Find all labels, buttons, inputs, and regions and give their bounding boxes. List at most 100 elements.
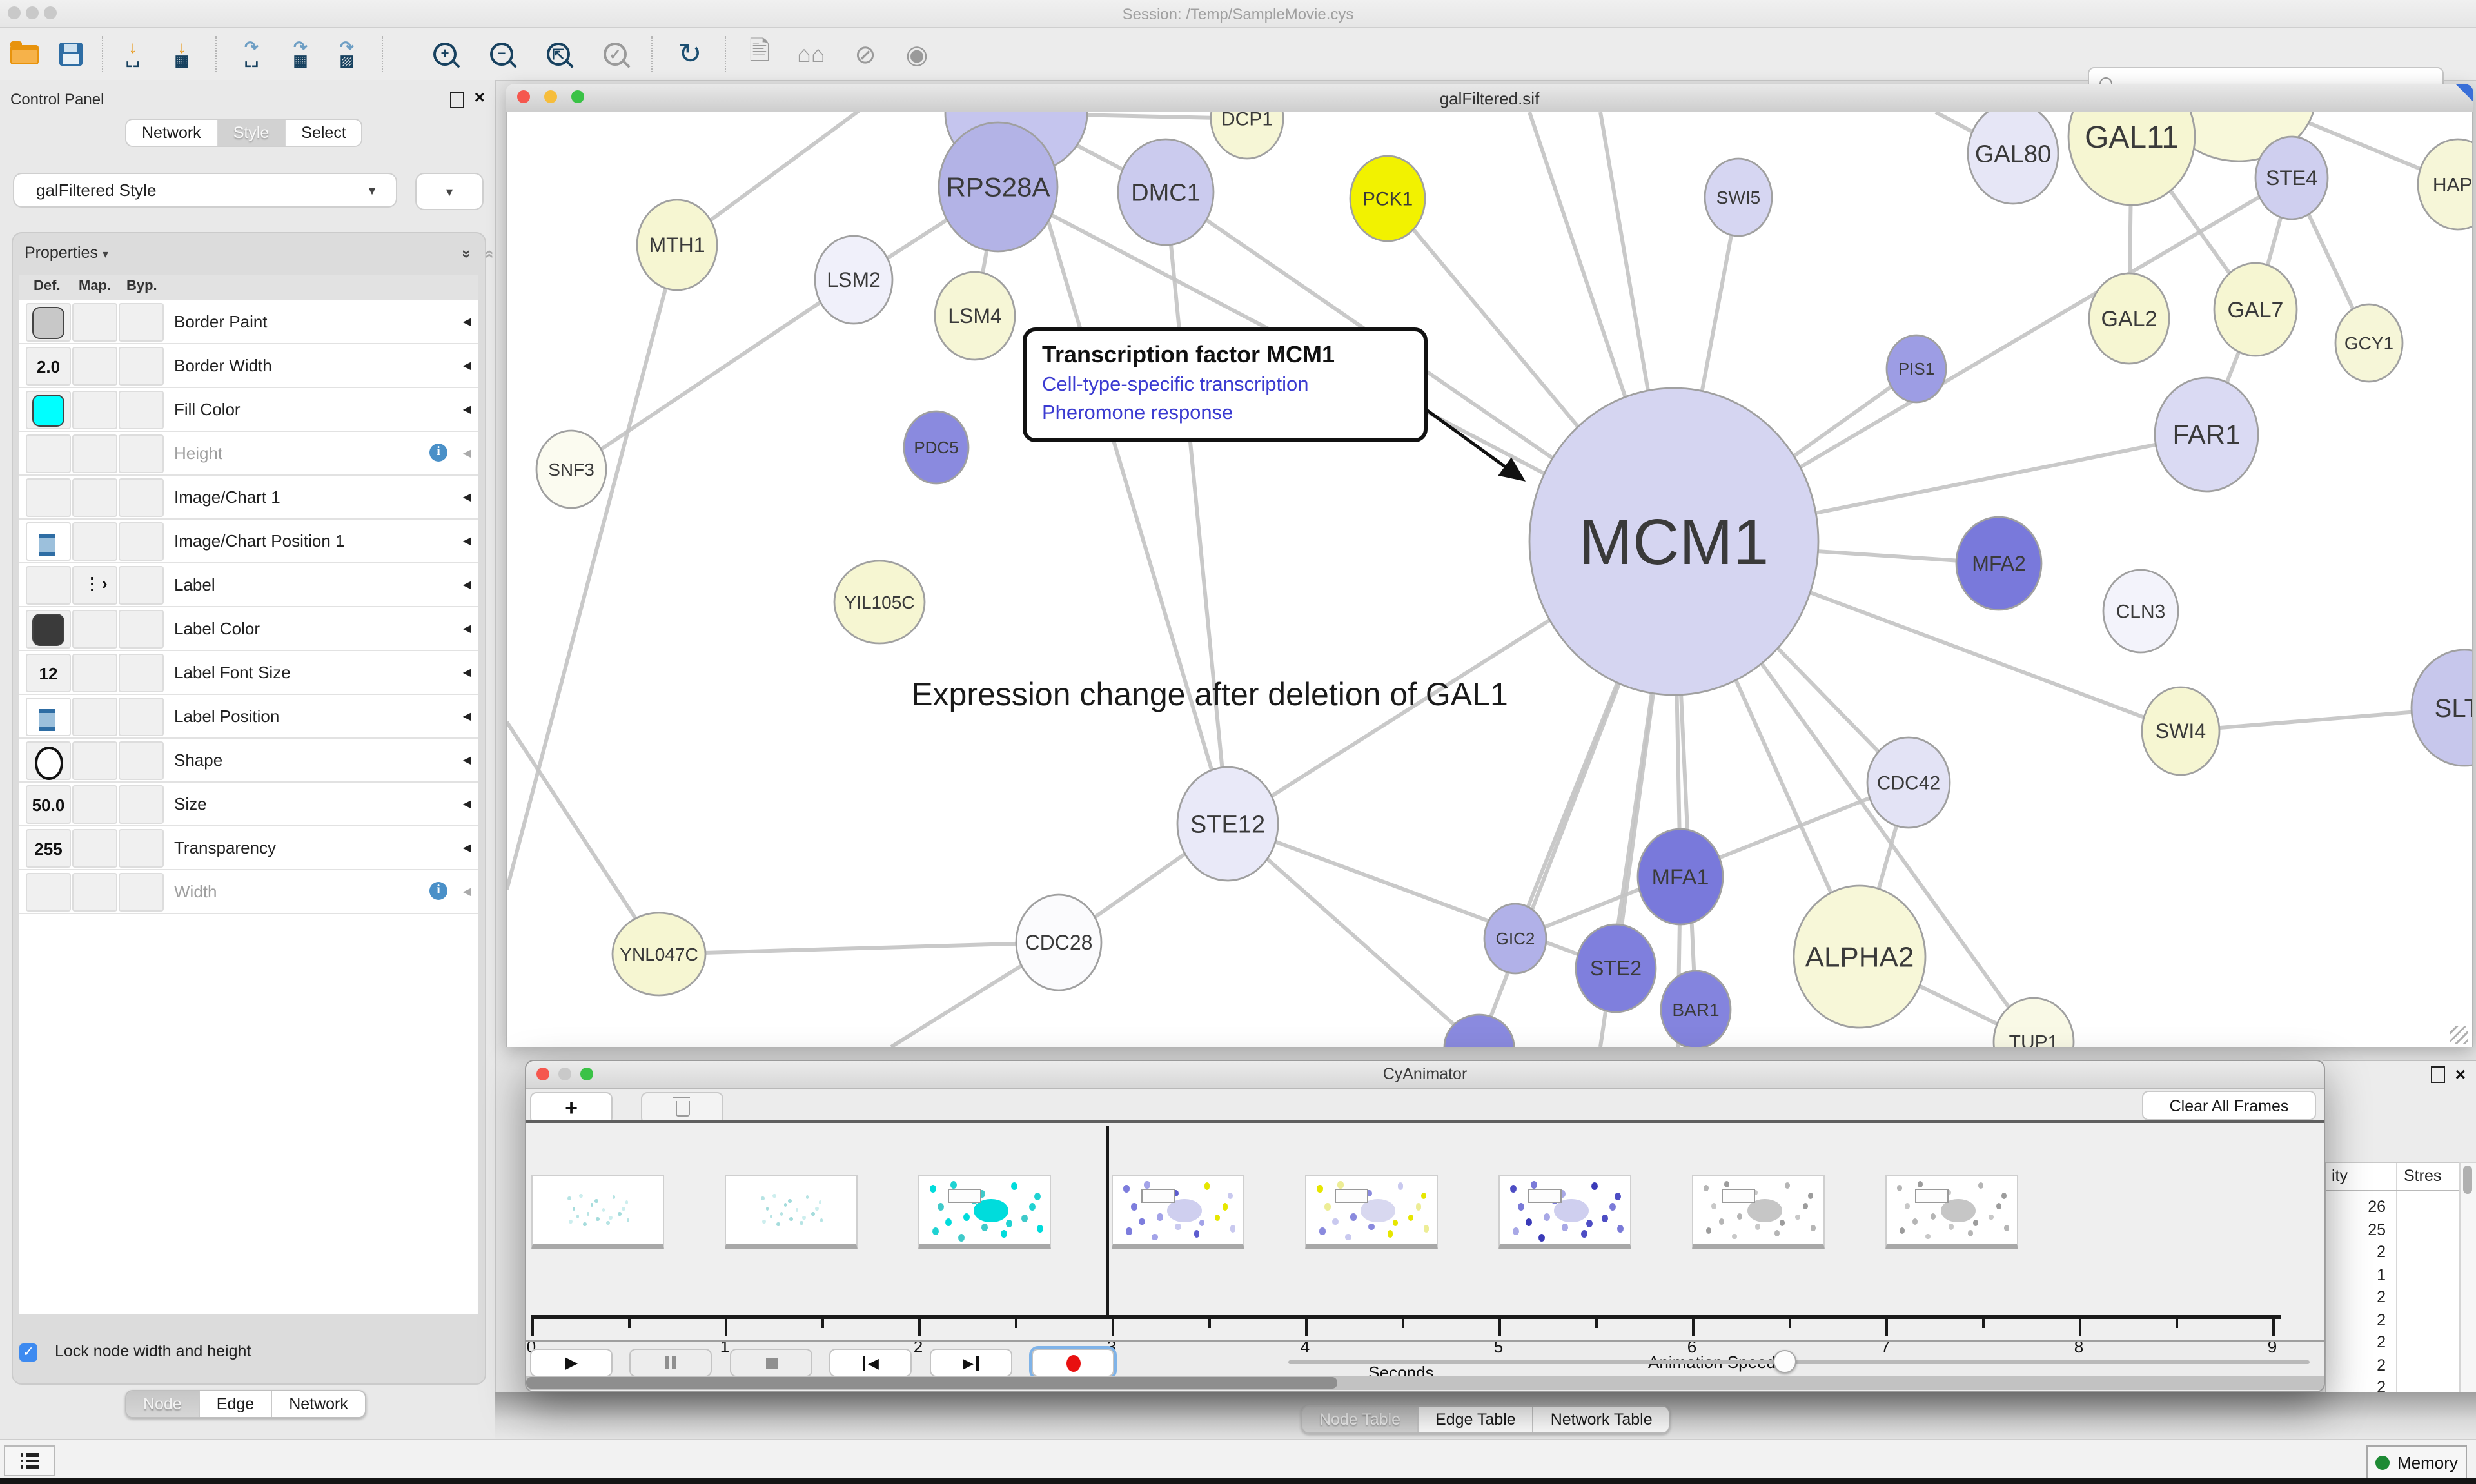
network-node-mfa1[interactable]: MFA1 [1638, 829, 1723, 924]
network-node-hap2[interactable]: HAP2 [2418, 139, 2473, 229]
table-cell[interactable]: 2 [2326, 1288, 2386, 1306]
network-node-mfa2[interactable]: MFA2 [1956, 517, 2041, 610]
network-node-gal7[interactable]: GAL7 [2214, 263, 2297, 356]
add-frame-button[interactable]: + [530, 1092, 613, 1124]
animation-speed-knob[interactable] [1773, 1350, 1796, 1373]
export-table-icon[interactable]: ↷▦ [284, 36, 317, 72]
annotation-box[interactable]: Transcription factor MCM1 Cell-type-spec… [1023, 327, 1428, 442]
open-session-icon[interactable] [8, 36, 41, 72]
skip-to-end-button[interactable]: ▶ [930, 1349, 1012, 1377]
annotation-link[interactable]: Cell-type-specific transcription [1042, 374, 1411, 397]
network-edge[interactable] [1166, 192, 1228, 824]
property-row-shape[interactable]: Shape◀ [19, 739, 478, 783]
resize-grip[interactable] [2450, 1026, 2468, 1044]
style-dropdown[interactable]: galFiltered Style▼ [13, 173, 397, 208]
network-edge[interactable] [659, 942, 1059, 954]
property-row-label-font-size[interactable]: 12Label Font Size◀ [19, 651, 478, 695]
network-node-swi5[interactable]: SWI5 [1705, 159, 1772, 236]
network-node-ste2[interactable]: STE2 [1576, 924, 1656, 1012]
zoom-in-icon[interactable]: + [428, 36, 462, 72]
table-scrollbar[interactable] [2459, 1162, 2476, 1396]
share-document-icon[interactable]: 🖹 [743, 36, 776, 72]
tab-edge[interactable]: Edge [200, 1391, 272, 1417]
frame-thumbnail-2[interactable] [918, 1175, 1051, 1249]
network-node-purplecut[interactable] [1444, 1015, 1514, 1047]
tab-select[interactable]: Select [286, 120, 362, 146]
node-table[interactable]: ity Stres 26252122222 [2325, 1162, 2461, 1396]
frame-thumbnail-7[interactable] [1885, 1175, 2018, 1249]
network-node-swi4[interactable]: SWI4 [2142, 687, 2219, 775]
stop-button[interactable] [730, 1349, 812, 1377]
network-graph[interactable]: GAL11RPS28ADMC1DCP1PCK1SWI5GAL80STE4HAP2… [507, 112, 2473, 1047]
frame-thumbnail-5[interactable] [1498, 1175, 1631, 1249]
tab-network-table[interactable]: Network Table [1534, 1407, 1669, 1432]
network-node-mth1[interactable]: MTH1 [637, 200, 717, 290]
network-node-dmc1[interactable]: DMC1 [1118, 139, 1213, 245]
expand-row-icon[interactable]: ◀ [463, 316, 471, 327]
property-row-border-width[interactable]: 2.0Border Width◀ [19, 344, 478, 388]
expand-row-icon[interactable]: ◀ [463, 754, 471, 766]
task-history-button[interactable] [4, 1445, 55, 1476]
export-network-icon[interactable]: ↷⌞⌟ [235, 36, 268, 72]
float-panel-icon[interactable] [450, 92, 464, 115]
search-binoculars-icon[interactable]: ⌂⌂ [794, 36, 828, 72]
properties-header[interactable]: Properties ▾ [25, 244, 108, 262]
frame-thumbnail-1[interactable] [725, 1175, 858, 1249]
tab-network[interactable]: Network [272, 1391, 365, 1417]
property-row-height[interactable]: Heighti◀ [19, 432, 478, 476]
network-node-gal11[interactable]: GAL11 [2068, 112, 2195, 205]
import-network-icon[interactable]: ↓⌞⌟ [116, 36, 150, 72]
network-node-ste12[interactable]: STE12 [1177, 767, 1278, 881]
network-edge[interactable] [571, 280, 854, 469]
network-node-cdc28[interactable]: CDC28 [1016, 895, 1101, 990]
tab-style[interactable]: Style [218, 120, 286, 146]
close-panel-icon[interactable]: × [475, 90, 485, 104]
expand-row-icon[interactable]: ◀ [463, 535, 471, 547]
pause-button[interactable] [629, 1349, 712, 1377]
network-node-ste4[interactable]: STE4 [2255, 137, 2328, 219]
frame-thumbnail-4[interactable] [1305, 1175, 1438, 1249]
info-icon[interactable]: i [429, 882, 447, 900]
zoom-fit-icon[interactable]: ⇱ [542, 36, 575, 72]
animation-speed-slider[interactable] [1288, 1360, 2310, 1364]
close-table-panel-icon[interactable]: × [2455, 1068, 2466, 1082]
network-window-titlebar[interactable]: galFiltered.sif [506, 84, 2473, 113]
table-cell[interactable]: 26 [2326, 1198, 2386, 1216]
expand-row-icon[interactable]: ◀ [463, 798, 471, 810]
property-row-border-paint[interactable]: Border Paint◀ [19, 300, 478, 344]
expand-row-icon[interactable]: ◀ [463, 842, 471, 854]
annotation-link[interactable]: Pheromone response [1042, 402, 1411, 425]
network-node-yil105c[interactable]: YIL105C [834, 561, 925, 643]
property-row-transparency[interactable]: 255Transparency◀ [19, 826, 478, 870]
property-row-label-color[interactable]: Label Color◀ [19, 607, 478, 651]
expand-row-icon[interactable]: ◀ [463, 710, 471, 722]
network-node-alpha2[interactable]: ALPHA2 [1794, 886, 1925, 1028]
timeline-scrollbar[interactable] [526, 1376, 2324, 1390]
expand-row-icon[interactable]: ◀ [463, 491, 471, 503]
style-options-button[interactable]: ▼ [415, 173, 484, 210]
property-row-label[interactable]: ⋮›Label◀ [19, 563, 478, 607]
network-node-pdc5[interactable]: PDC5 [904, 411, 968, 483]
expand-row-icon[interactable]: ◀ [463, 404, 471, 415]
network-node-lsm2[interactable]: LSM2 [815, 236, 892, 324]
info-icon[interactable]: i [429, 444, 447, 462]
network-node-lsm4[interactable]: LSM4 [935, 272, 1015, 360]
table-cell[interactable]: 2 [2326, 1311, 2386, 1329]
zoom-out-icon[interactable]: − [485, 36, 518, 72]
network-node-cdc42[interactable]: CDC42 [1867, 737, 1950, 828]
network-node-gal2[interactable]: GAL2 [2089, 273, 2169, 364]
network-node-gic2[interactable]: GIC2 [1484, 904, 1546, 973]
network-canvas[interactable]: GAL11RPS28ADMC1DCP1PCK1SWI5GAL80STE4HAP2… [506, 112, 2473, 1047]
refresh-view-icon[interactable]: ↻ [673, 36, 707, 72]
tab-network[interactable]: Network [126, 120, 218, 146]
property-row-fill-color[interactable]: Fill Color◀ [19, 388, 478, 432]
lock-size-checkbox[interactable]: ✓ [19, 1343, 37, 1362]
network-node-pck1[interactable]: PCK1 [1350, 156, 1425, 241]
expand-row-icon[interactable]: ◀ [463, 360, 471, 371]
network-node-dcp1[interactable]: DCP1 [1211, 112, 1283, 159]
record-button[interactable] [1032, 1349, 1114, 1377]
network-node-snf3[interactable]: SNF3 [536, 431, 606, 508]
tab-edge-table[interactable]: Edge Table [1419, 1407, 1534, 1432]
zoom-selected-icon[interactable]: ✓ [598, 36, 632, 72]
expand-row-icon[interactable]: ◀ [463, 579, 471, 591]
